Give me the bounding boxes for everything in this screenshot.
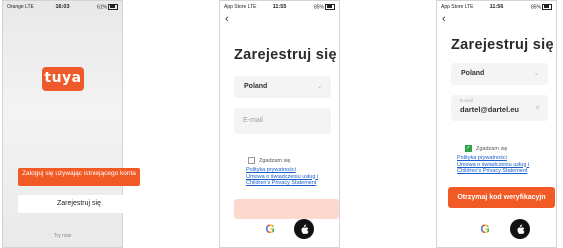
carrier-label: Orange LTE xyxy=(7,4,34,10)
register-button[interactable]: Zarejestruj się xyxy=(18,195,140,213)
time-label: 16:03 xyxy=(55,4,70,10)
country-value: Poland xyxy=(461,70,485,77)
status-bar: App Store LTE 11:55 85% xyxy=(220,1,339,13)
children-privacy-link[interactable]: Children's Privacy Statement xyxy=(457,168,529,175)
battery-icon xyxy=(108,3,118,10)
checkbox-icon xyxy=(465,145,472,152)
submit-button-disabled xyxy=(234,199,339,219)
time-label: 11:55 xyxy=(272,4,287,10)
consent-checkbox[interactable]: Zgadzam się xyxy=(465,145,508,152)
consent-label: Zgadzam się xyxy=(476,145,508,152)
page-title: Zarejestruj się xyxy=(451,37,554,53)
legal-links: Polityka prywatności Umowa o świadczeniu… xyxy=(457,155,529,175)
google-icon[interactable]: G xyxy=(475,219,495,239)
consent-label: Zgadzam się xyxy=(259,157,291,164)
children-privacy-link[interactable]: Children's Privacy Statement xyxy=(246,180,318,187)
country-select[interactable]: Poland ⌄ xyxy=(451,63,548,85)
status-bar: App Store LTE 11:56 85% xyxy=(437,1,556,13)
carrier-label: App Store LTE xyxy=(224,4,257,10)
checkbox-icon xyxy=(248,157,255,164)
email-field[interactable]: E-mail dartel@dartel.eu × xyxy=(451,95,548,121)
chevron-left-icon[interactable]: ‹ xyxy=(442,14,446,25)
chevron-left-icon[interactable]: ‹ xyxy=(225,14,229,25)
google-icon[interactable]: G xyxy=(260,219,280,239)
battery-label: 85% xyxy=(530,4,541,11)
consent-checkbox[interactable]: Zgadzam się xyxy=(248,157,291,164)
login-button[interactable]: Zaloguj się używając istniejącego konta xyxy=(18,168,140,186)
tuya-logo: tuya xyxy=(42,67,84,91)
chevron-down-icon: ⌄ xyxy=(533,71,539,77)
battery-label: 61% xyxy=(96,4,107,11)
country-select[interactable]: Poland ⌄ xyxy=(234,76,331,98)
email-field[interactable]: E-mail xyxy=(234,108,331,134)
country-value: Poland xyxy=(244,83,268,90)
time-label: 11:56 xyxy=(489,4,504,10)
phone-screen-register-filled: App Store LTE 11:56 85% ‹ Zarejestruj si… xyxy=(436,0,557,248)
battery-label: 85% xyxy=(313,4,324,11)
chevron-down-icon: ⌄ xyxy=(316,84,322,90)
page-title: Zarejestruj się xyxy=(234,47,337,63)
status-bar: Orange LTE 16:03 61% xyxy=(3,1,122,13)
get-verification-code-button[interactable]: Otrzymaj kod weryfikacyjn xyxy=(448,187,555,208)
apple-icon[interactable] xyxy=(294,219,314,239)
battery-icon xyxy=(542,3,552,10)
legal-links: Polityka prywatności Umowa o świadczeniu… xyxy=(246,167,318,187)
carrier-label: App Store LTE xyxy=(441,4,474,10)
apple-icon[interactable] xyxy=(510,219,530,239)
try-now-link[interactable]: Try now xyxy=(2,233,123,239)
phone-screen-register-empty: App Store LTE 11:55 85% ‹ Zarejestruj si… xyxy=(219,0,340,248)
battery-icon xyxy=(325,3,335,10)
clear-icon[interactable]: × xyxy=(535,103,540,112)
